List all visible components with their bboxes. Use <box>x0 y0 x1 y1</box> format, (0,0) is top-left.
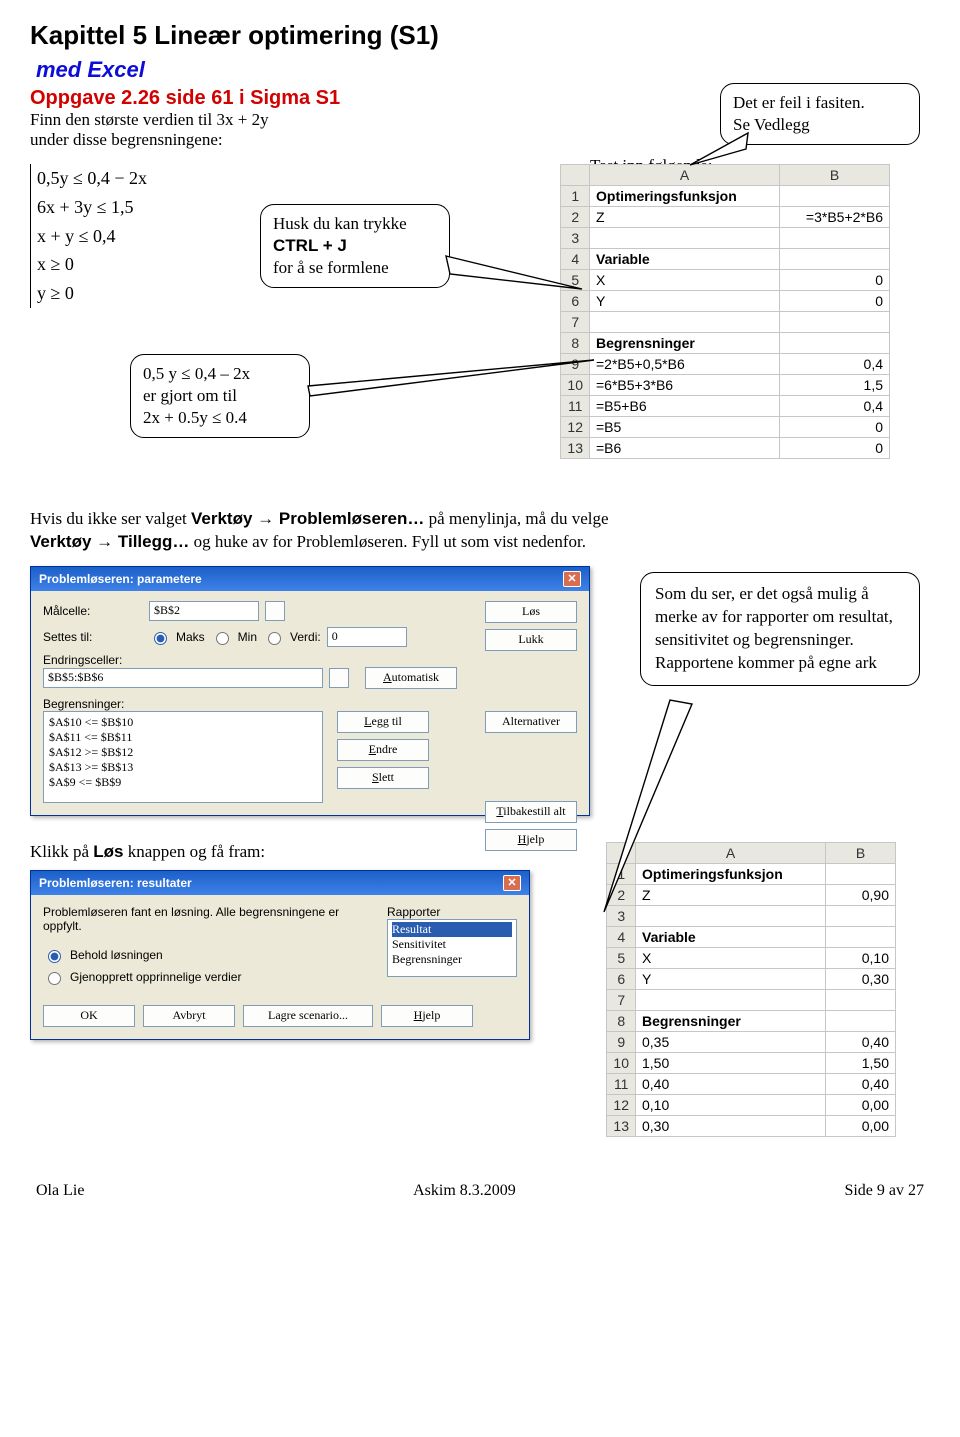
constraint-line: x + y ≤ 0,4 <box>37 222 200 251</box>
reports-listbox[interactable]: Resultat Sensitivitet Begrensninger <box>387 919 517 977</box>
callout-line: Se Vedlegg <box>733 114 907 136</box>
value-input[interactable] <box>327 627 407 647</box>
close-icon[interactable]: ✕ <box>503 875 521 891</box>
callout-rewrite: 0,5 y ≤ 0,4 – 2x er gjort om til 2x + 0.… <box>130 354 310 438</box>
dialog-title: Problemløseren: parametere <box>39 572 202 586</box>
target-cell-input[interactable] <box>149 601 259 621</box>
save-scenario-button[interactable]: Lagre scenario... <box>243 1005 373 1027</box>
solver-message: Problemløseren fant en løsning. Alle beg… <box>43 905 343 933</box>
page-title: Kapittel 5 Lineær optimering (S1) <box>30 20 930 51</box>
task-line-1: Finn den største verdien til 3x + 2y <box>30 110 340 130</box>
callout-line: 0,5 y ≤ 0,4 – 2x <box>143 363 297 385</box>
radio-label: Gjenopprett opprinnelige verdier <box>70 970 241 984</box>
automatic-button[interactable]: AAutomatiskutomatisk <box>365 667 457 689</box>
callout-line: 2x + 0.5y ≤ 0.4 <box>143 407 297 429</box>
task-reference: Oppgave 2.26 side 61 i Sigma S1 <box>30 87 340 110</box>
ref-edit-icon[interactable] <box>265 601 285 621</box>
callout-line: for å se formlene <box>273 257 437 279</box>
subtitle: med Excel <box>36 57 930 83</box>
solver-parameters-dialog: Problemløseren: parametere ✕ Målcelle: S… <box>30 566 590 816</box>
ok-button[interactable]: OK <box>43 1005 135 1027</box>
delete-button[interactable]: Slett <box>337 767 429 789</box>
add-button[interactable]: Legg til <box>337 711 429 733</box>
label-set-to: Settes til: <box>43 630 143 644</box>
callout-line: Det er feil i fasiten. <box>733 92 907 114</box>
footer-author: Ola Lie <box>36 1182 84 1200</box>
callout-error-in-answer: Det er feil i fasiten. Se Vedlegg <box>720 83 920 145</box>
constraint-line: x ≥ 0 <box>37 250 200 279</box>
label-changing-cells: Endringsceller: <box>43 653 577 667</box>
radio-restore-original[interactable] <box>48 972 61 985</box>
radio-label: Min <box>238 630 257 644</box>
report-option[interactable]: Begrensninger <box>392 952 512 967</box>
radio-label: Behold løsningen <box>70 948 163 962</box>
report-option[interactable]: Sensitivitet <box>392 937 512 952</box>
reports-label: Rapporter <box>387 905 517 919</box>
solve-button[interactable]: Løs <box>485 601 577 623</box>
callout-line: er gjort om til <box>143 385 297 407</box>
constraint-line: 0,5y ≤ 0,4 − 2x <box>37 164 200 193</box>
report-option[interactable]: Resultat <box>392 922 512 937</box>
callout-bold: CTRL + J <box>273 236 347 255</box>
label-constraints: Begrensninger: <box>43 697 577 711</box>
footer-page: Side 9 av 27 <box>844 1182 924 1200</box>
constraint-line: y ≥ 0 <box>37 279 200 308</box>
page-footer: Ola Lie Askim 8.3.2009 Side 9 av 27 <box>30 1182 930 1200</box>
close-button[interactable]: Lukk <box>485 629 577 651</box>
cancel-button[interactable]: Avbryt <box>143 1005 235 1027</box>
radio-max[interactable] <box>154 632 167 645</box>
footer-date: Askim 8.3.2009 <box>413 1182 516 1200</box>
excel-table-formulas: AB1Optimeringsfunksjon2Z=3*B5+2*B634Vari… <box>560 164 890 459</box>
radio-value[interactable] <box>268 632 281 645</box>
help-button[interactable]: Hjelp <box>381 1005 473 1027</box>
excel-table-results: AB1Optimeringsfunksjon2Z0,9034Variable5X… <box>606 842 896 1137</box>
radio-label: Verdi: <box>290 630 321 644</box>
callout-reports-info: Som du ser, er det også mulig å merke av… <box>640 572 920 686</box>
constraint-system: 0,5y ≤ 0,4 − 2x 6x + 3y ≤ 1,5 x + y ≤ 0,… <box>30 164 200 308</box>
options-button[interactable]: Alternativer <box>485 711 577 733</box>
constraints-listbox[interactable]: $A$10 <= $B$10$A$11 <= $B$11$A$12 >= $B$… <box>43 711 323 803</box>
radio-label: Maks <box>176 630 205 644</box>
instruction-paragraph: Hvis du ikke ser valget Verktøy → Proble… <box>30 508 930 554</box>
callout-ctrl-j: Husk du kan trykke CTRL + J for å se for… <box>260 204 450 288</box>
radio-keep-solution[interactable] <box>48 950 61 963</box>
reset-all-button[interactable]: Tilbakestill alt <box>485 801 577 823</box>
task-line-2: under disse begrensningene: <box>30 130 340 150</box>
close-icon[interactable]: ✕ <box>563 571 581 587</box>
ref-edit-icon[interactable] <box>329 668 349 688</box>
solver-results-dialog: Problemløseren: resultater ✕ Problemløse… <box>30 870 530 1040</box>
dialog-title: Problemløseren: resultater <box>39 876 192 890</box>
changing-cells-input[interactable] <box>43 668 323 688</box>
constraint-line: 6x + 3y ≤ 1,5 <box>37 193 200 222</box>
change-button[interactable]: Endre <box>337 739 429 761</box>
label-target-cell: Målcelle: <box>43 604 143 618</box>
radio-min[interactable] <box>216 632 229 645</box>
callout-line: Husk du kan trykke <box>273 213 437 235</box>
